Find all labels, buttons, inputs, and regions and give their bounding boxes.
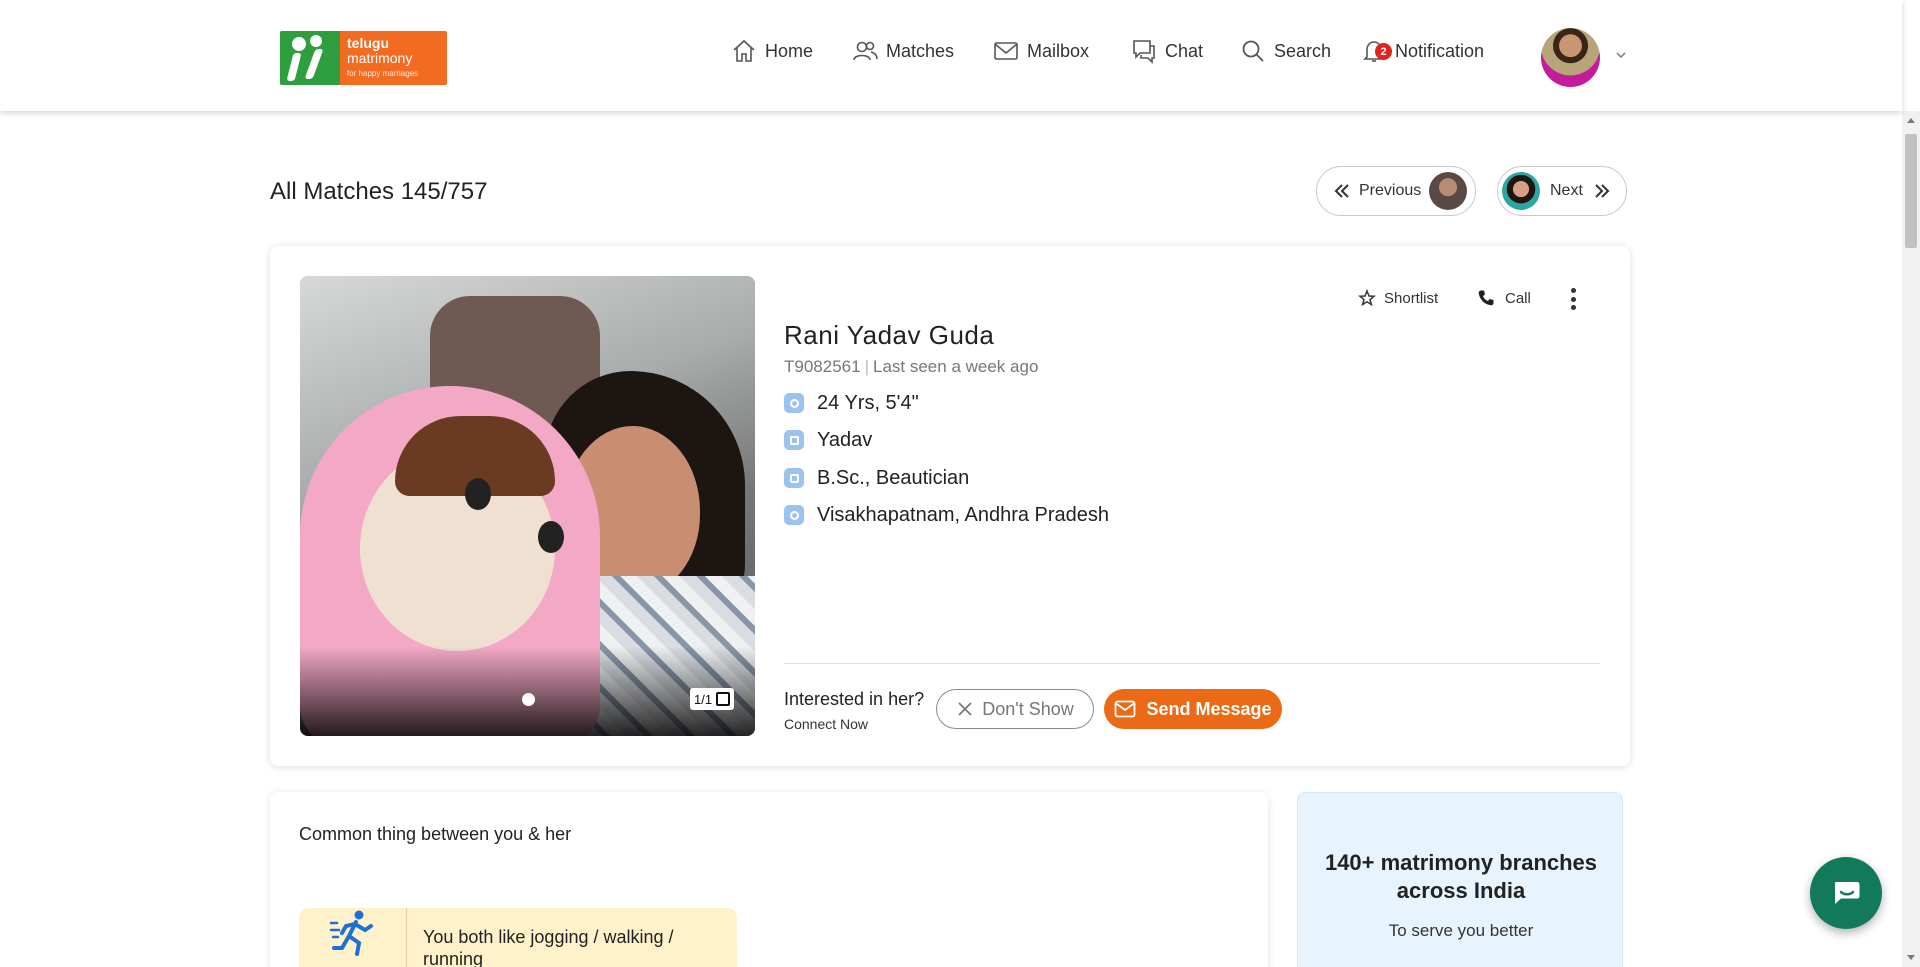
nav-mailbox[interactable]: Mailbox: [993, 38, 1089, 64]
attr-education: B.Sc., Beautician: [784, 466, 969, 490]
last-seen: Last seen a week ago: [873, 357, 1039, 376]
chat-icon: [1133, 40, 1155, 64]
chevron-down-icon[interactable]: [1614, 48, 1628, 62]
photo-counter[interactable]: 1/1: [690, 688, 735, 710]
user-avatar[interactable]: [1541, 28, 1600, 87]
scroll-down-arrow-icon[interactable]: [1907, 955, 1915, 960]
profile-name: Rani Yadav Guda: [784, 320, 995, 350]
location-value: Visakhapatnam, Andhra Pradesh: [817, 503, 1110, 526]
nav-chat[interactable]: Chat: [1131, 38, 1203, 64]
nav-notification[interactable]: 2 Notification: [1361, 38, 1484, 64]
scroll-up-arrow-icon[interactable]: [1907, 118, 1915, 123]
double-chevron-left-icon: [1334, 184, 1349, 198]
page-scrollbar[interactable]: [1902, 111, 1920, 967]
common-heading: Common thing between you & her: [299, 824, 572, 844]
matches-icon: [853, 41, 878, 61]
card-divider: [784, 663, 1600, 664]
chat-support-button[interactable]: [1810, 857, 1882, 929]
notification-count-badge: 2: [1375, 43, 1392, 60]
search-icon: [1242, 40, 1264, 62]
send-message-label: Send Message: [1146, 698, 1272, 719]
mail-icon: [1115, 700, 1136, 718]
nav-chat-label: Chat: [1165, 40, 1204, 61]
nav-search-label: Search: [1274, 40, 1332, 61]
call-button[interactable]: Call: [1477, 288, 1531, 308]
photo-carousel-dot[interactable]: [522, 693, 535, 706]
double-chevron-right-icon: [1595, 184, 1610, 198]
scrollbar-thumb[interactable]: [1905, 134, 1917, 248]
next-profile-thumbnail: [1502, 172, 1540, 210]
branches-promo-card: 140+ matrimony branches across India To …: [1297, 792, 1623, 967]
profile-photo[interactable]: 1/1: [300, 276, 755, 736]
profile-card: 1/1 Shortlist Call Rani Yadav Guda T9082…: [270, 246, 1630, 766]
nav-matches-label: Matches: [886, 40, 955, 61]
shortlist-label: Shortlist: [1384, 289, 1439, 307]
next-label: Next: [1550, 182, 1583, 199]
dont-show-button[interactable]: Don't Show: [936, 689, 1094, 729]
top-header: telugu matrimony for happy marriages Hom…: [0, 0, 1902, 111]
branches-subtitle: To serve you better: [1388, 921, 1534, 940]
more-options-icon[interactable]: [1570, 288, 1576, 310]
previous-profile-button[interactable]: Previous: [1316, 166, 1476, 216]
community-value: Yadav: [817, 428, 873, 451]
previous-label: Previous: [1359, 182, 1422, 199]
next-profile-button[interactable]: Next: [1497, 166, 1627, 216]
branches-title: 140+ matrimony branches across India: [1324, 850, 1598, 903]
nav-notification-label: Notification: [1395, 40, 1485, 61]
mail-icon: [994, 42, 1018, 60]
running-icon: [329, 910, 373, 956]
chat-bubble-icon: [1835, 882, 1860, 904]
page-title: All Matches 145/757: [270, 178, 488, 205]
nav-mailbox-label: Mailbox: [1027, 40, 1090, 61]
telugu-matrimony-logo[interactable]: telugu matrimony for happy marriages: [280, 31, 447, 85]
shortlist-button[interactable]: Shortlist: [1358, 288, 1438, 308]
briefcase-icon: [784, 468, 804, 488]
community-icon: [784, 430, 804, 450]
logo-tagline: for happy marriages: [347, 69, 419, 78]
interest-subtext: Connect Now: [784, 716, 869, 732]
attr-age-height: 24 Yrs, 5'4": [784, 391, 919, 415]
nav-home-label: Home: [765, 40, 814, 61]
nav-home[interactable]: Home: [731, 38, 813, 64]
age-icon: [784, 393, 804, 413]
phone-icon: [1478, 290, 1494, 306]
education-value: B.Sc., Beautician: [817, 466, 970, 489]
profile-id: T9082561: [784, 357, 861, 376]
attr-location: Visakhapatnam, Andhra Pradesh: [784, 503, 1109, 527]
common-hobby-text: You both like jogging / walking / runnin…: [423, 927, 674, 967]
common-interests-card: Common thing between you & her You both …: [270, 792, 1268, 967]
fullscreen-icon: [716, 692, 731, 706]
common-hobby-item: You both like jogging / walking / runnin…: [299, 908, 737, 967]
photo-counter-label: 1/1: [694, 691, 713, 707]
nav-search[interactable]: Search: [1240, 38, 1331, 64]
home-icon: [733, 39, 755, 62]
age-height-value: 24 Yrs, 5'4": [817, 391, 919, 414]
logo-line-1: telugu: [347, 35, 389, 51]
call-label: Call: [1505, 289, 1531, 307]
interest-question: Interested in her?: [784, 689, 925, 709]
nav-matches[interactable]: Matches: [852, 38, 954, 64]
close-icon: [958, 702, 972, 716]
location-pin-icon: [784, 505, 804, 525]
logo-line-2: matrimony: [347, 50, 413, 66]
send-message-button[interactable]: Send Message: [1104, 689, 1282, 729]
profile-meta: T9082561 | Last seen a week ago: [784, 357, 1039, 376]
previous-profile-thumbnail: [1429, 172, 1468, 210]
star-icon: [1358, 289, 1376, 307]
attr-community: Yadav: [784, 428, 872, 452]
dont-show-label: Don't Show: [982, 698, 1074, 719]
